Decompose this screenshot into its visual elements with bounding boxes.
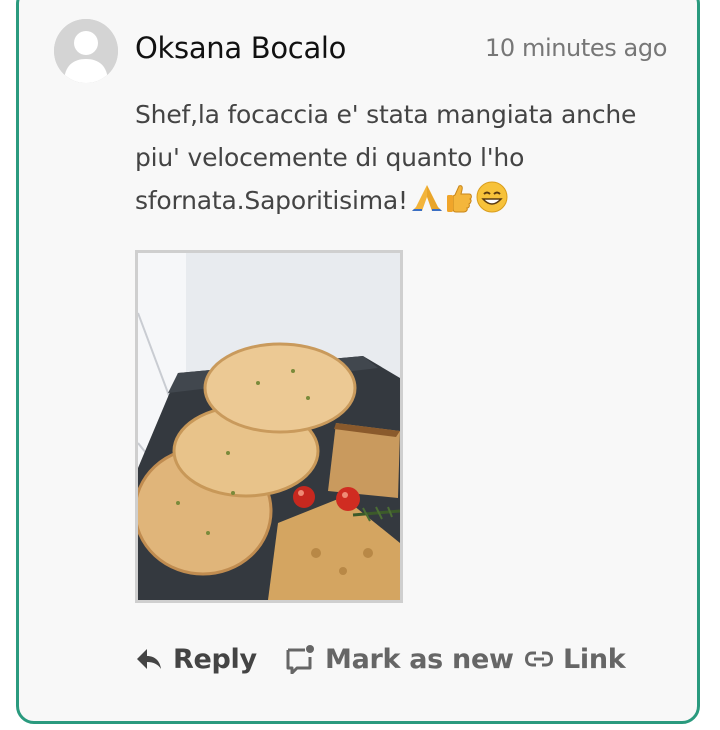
mark-new-chat-icon <box>286 645 314 674</box>
focaccia-photo-icon <box>138 253 400 600</box>
comment-text: Shef,la focaccia e' stata mangiata anche… <box>135 100 637 215</box>
folded-hands-icon <box>410 183 444 226</box>
mark-as-new-label: Mark as new <box>325 643 514 675</box>
reply-label: Reply <box>173 643 257 675</box>
comment-card: Oksana Bocalo 10 minutes ago Shef,la foc… <box>16 0 700 724</box>
comment-timestamp: 10 minutes ago <box>485 34 667 62</box>
avatar[interactable] <box>54 19 118 83</box>
reply-button[interactable]: Reply <box>135 639 257 679</box>
link-label: Link <box>563 643 626 675</box>
grinning-face-icon <box>476 181 508 226</box>
attached-photo[interactable] <box>135 250 403 603</box>
link-chain-icon <box>525 651 553 667</box>
comment-actions: Reply Mark as new Link <box>135 639 695 679</box>
default-user-icon <box>54 19 118 83</box>
author-name[interactable]: Oksana Bocalo <box>135 31 346 65</box>
thumbs-up-icon <box>446 183 474 226</box>
mark-as-new-button[interactable]: Mark as new <box>285 639 514 679</box>
reply-arrow-icon <box>137 649 161 669</box>
comment-body: Shef,la focaccia e' stata mangiata anche… <box>135 93 675 226</box>
link-button[interactable]: Link <box>525 639 626 679</box>
